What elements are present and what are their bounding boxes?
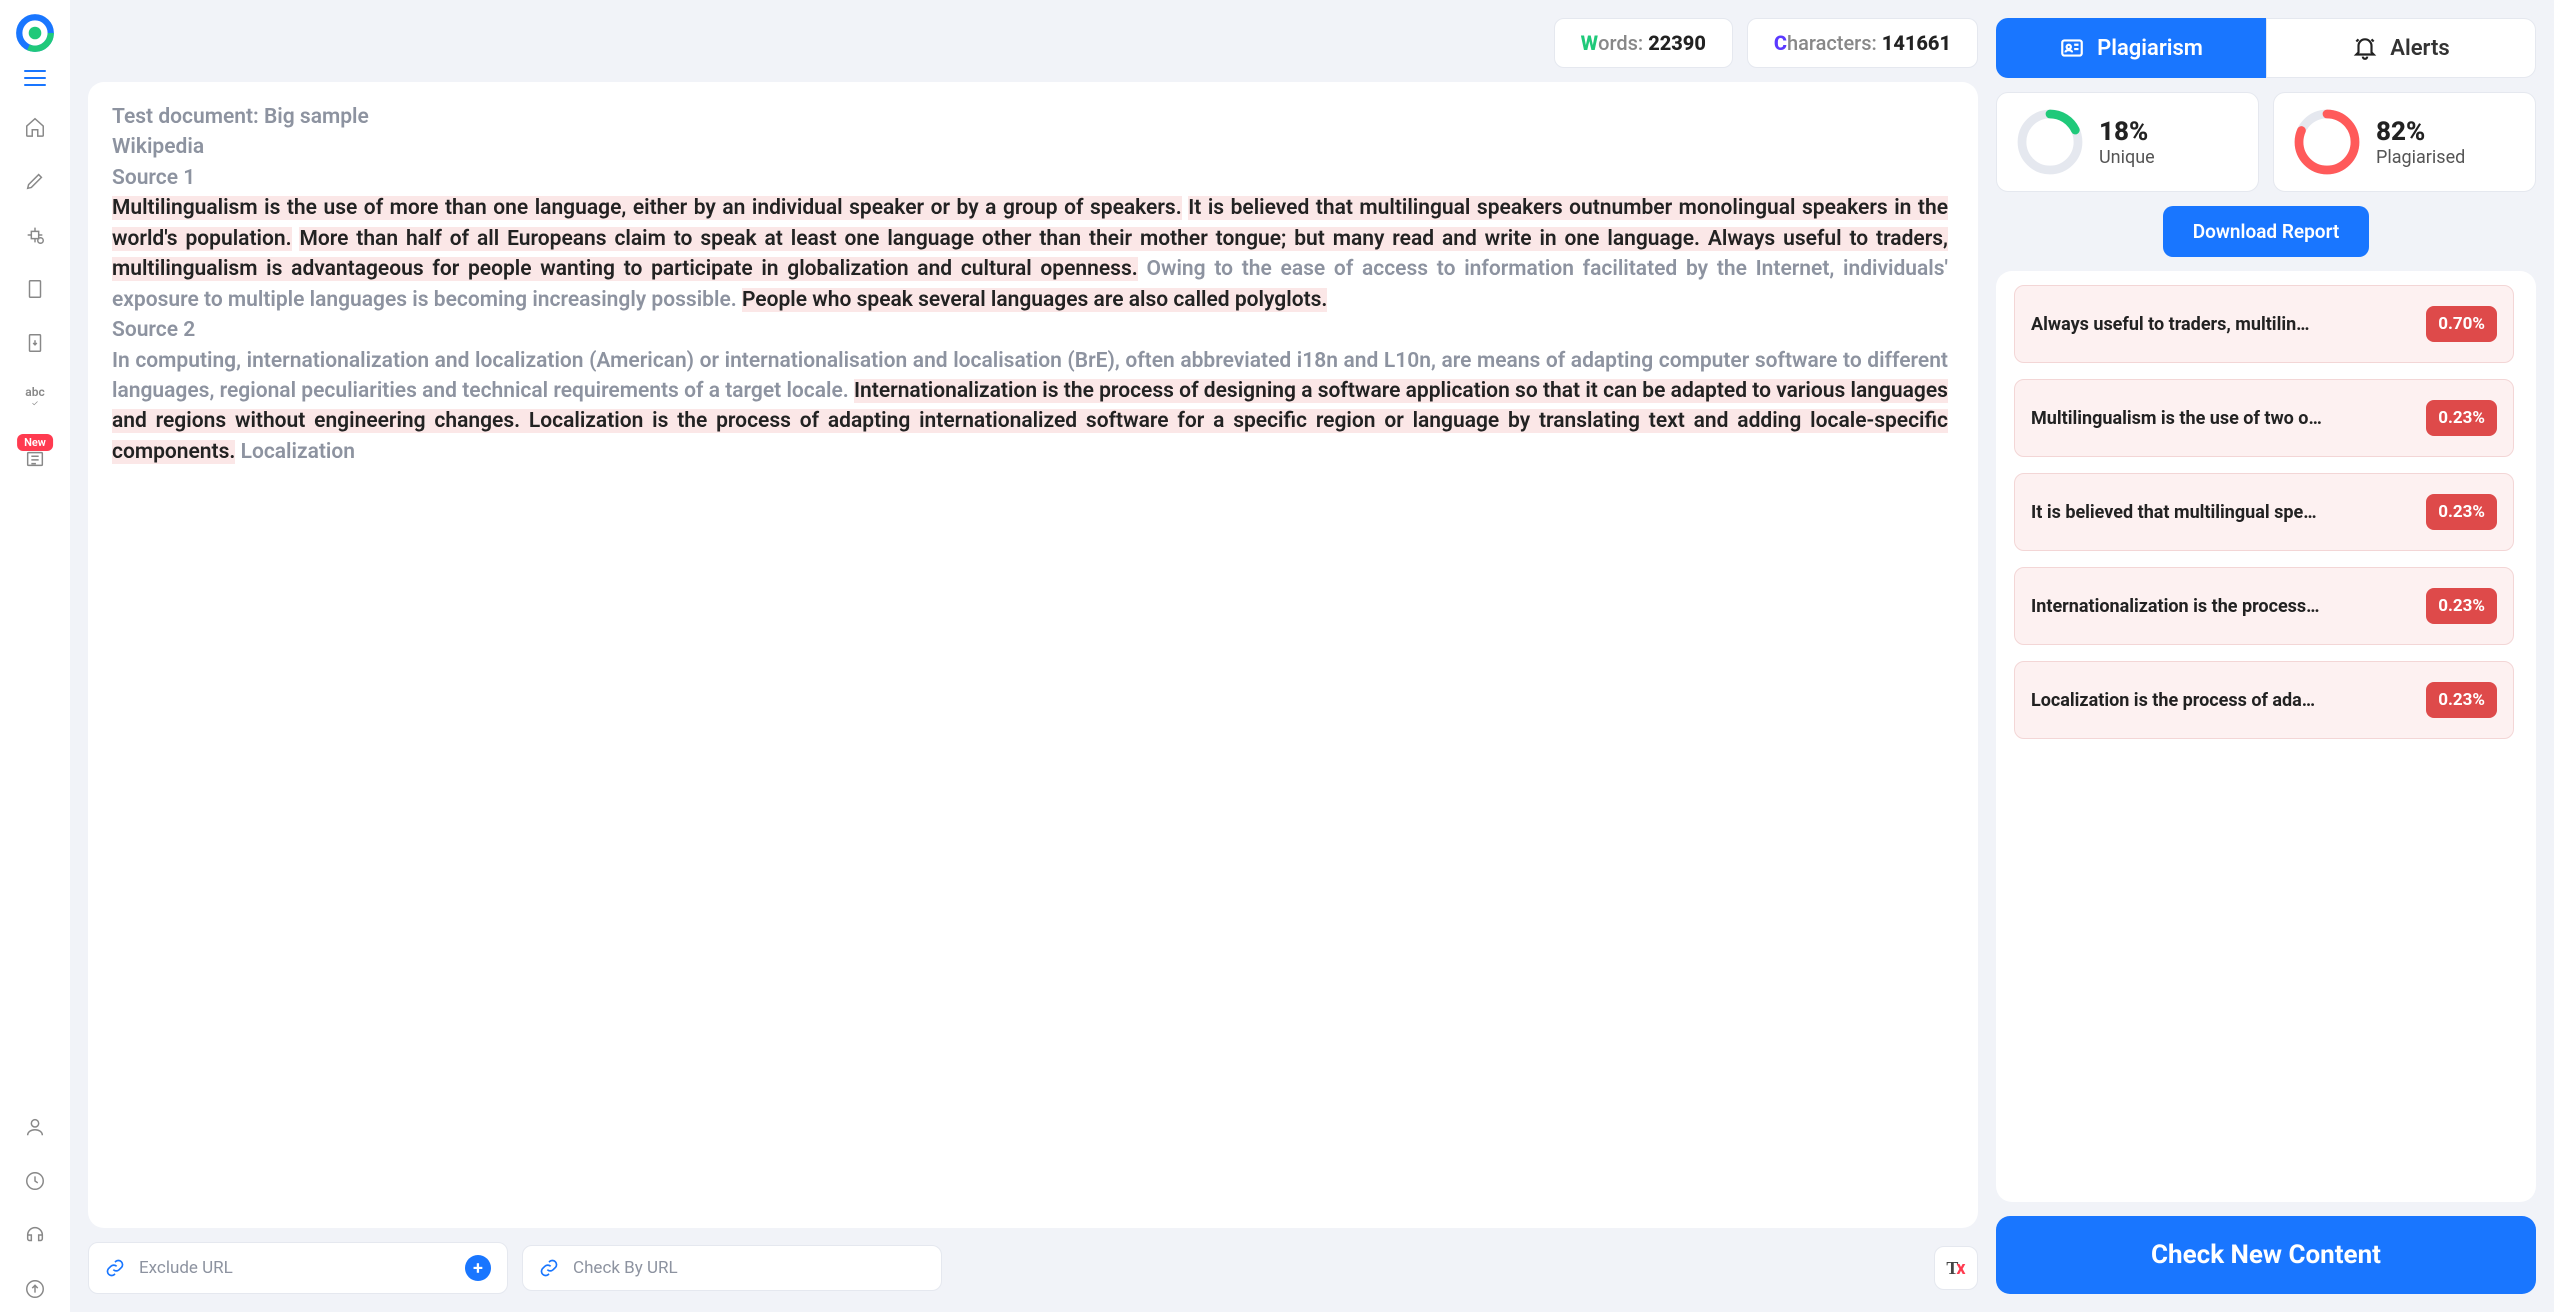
input-placeholder: Exclude URL <box>139 1258 233 1278</box>
match-pct: 0.23% <box>2426 588 2497 624</box>
match-pct: 0.70% <box>2426 306 2497 342</box>
stats-row: Words: 22390 Characters: 141661 <box>88 18 1978 68</box>
check-url-input[interactable]: Check By URL <box>522 1245 942 1291</box>
main-area: Words: 22390 Characters: 141661 Test doc… <box>70 0 2554 1312</box>
match-text: Localization is the process of ada… <box>2031 690 2414 711</box>
plag-label: Plagiarised <box>2376 147 2465 168</box>
matches-card: Always useful to traders, multilin… 0.70%… <box>1996 271 2536 1202</box>
id-card-icon <box>2059 35 2085 61</box>
plag-ring-icon <box>2292 107 2362 177</box>
tab-plagiarism[interactable]: Plagiarism <box>1996 18 2266 78</box>
link-icon <box>105 1258 125 1278</box>
home-icon[interactable] <box>12 104 58 150</box>
matches-list[interactable]: Always useful to traders, multilin… 0.70%… <box>2014 285 2528 1188</box>
bell-icon <box>2352 35 2378 61</box>
clear-formatting-button[interactable]: Tx <box>1934 1246 1978 1290</box>
input-placeholder: Check By URL <box>573 1258 678 1278</box>
support-icon[interactable] <box>12 1212 58 1258</box>
editor-card: Test document: Big sample Wikipedia Sour… <box>88 82 1978 1228</box>
spellcheck-icon[interactable]: abc <box>12 374 58 420</box>
unique-pct: 18% <box>2099 117 2155 147</box>
match-item[interactable]: Always useful to traders, multilin… 0.70% <box>2014 285 2514 363</box>
new-badge: New <box>17 434 53 451</box>
menu-toggle-icon[interactable] <box>24 70 46 86</box>
link-icon <box>539 1258 559 1278</box>
history-icon[interactable] <box>12 1158 58 1204</box>
document-icon[interactable] <box>12 266 58 312</box>
user-icon[interactable] <box>12 1104 58 1150</box>
match-pct: 0.23% <box>2426 494 2497 530</box>
match-text: Multilingualism is the use of two o… <box>2031 408 2414 429</box>
source-label: Source 1 <box>112 163 1948 193</box>
tabs: Plagiarism Alerts <box>1996 18 2536 78</box>
match-pct: 0.23% <box>2426 682 2497 718</box>
exclude-url-input[interactable]: Exclude URL + <box>88 1242 508 1294</box>
download-doc-icon[interactable] <box>12 320 58 366</box>
match-item[interactable]: Multilingualism is the use of two o… 0.23… <box>2014 379 2514 457</box>
edit-icon[interactable] <box>12 158 58 204</box>
match-text: Always useful to traders, multilin… <box>2031 314 2414 335</box>
match-item[interactable]: It is believed that multilingual spe… 0.2… <box>2014 473 2514 551</box>
left-column: Words: 22390 Characters: 141661 Test doc… <box>88 18 1978 1294</box>
logo <box>14 12 56 54</box>
source-label: Source 2 <box>112 315 1948 345</box>
char-count: Characters: 141661 <box>1747 18 1978 68</box>
right-column: Plagiarism Alerts 18%Unique <box>1996 18 2536 1294</box>
editor-content[interactable]: Test document: Big sample Wikipedia Sour… <box>112 102 1972 1208</box>
extension-icon[interactable] <box>12 212 58 258</box>
sidebar: abc New <box>0 0 70 1312</box>
match-item[interactable]: Internationalization is the process… 0.23… <box>2014 567 2514 645</box>
unique-ring-icon <box>2015 107 2085 177</box>
match-text: It is believed that multilingual spe… <box>2031 502 2414 523</box>
plagiarised-gauge: 82%Plagiarised <box>2273 92 2536 192</box>
doc-title: Test document: Big sample <box>112 102 1948 132</box>
unique-label: Unique <box>2099 147 2155 168</box>
paragraph: Multilingualism is the use of more than … <box>112 193 1948 315</box>
unique-gauge: 18%Unique <box>1996 92 2259 192</box>
word-count: Words: 22390 <box>1554 18 1733 68</box>
add-exclude-button[interactable]: + <box>465 1255 491 1281</box>
match-pct: 0.23% <box>2426 400 2497 436</box>
app-root: abc New Words: 22390 Characters: 141661 … <box>0 0 2554 1312</box>
paragraph: In computing, internationalization and l… <box>112 346 1948 468</box>
upload-icon[interactable] <box>12 1266 58 1312</box>
tab-alerts[interactable]: Alerts <box>2266 18 2536 78</box>
doc-subtitle: Wikipedia <box>112 132 1948 162</box>
match-text: Internationalization is the process… <box>2031 596 2414 617</box>
news-icon[interactable]: New <box>12 436 58 482</box>
match-item[interactable]: Localization is the process of ada… 0.23% <box>2014 661 2514 739</box>
gauges-row: 18%Unique 82%Plagiarised <box>1996 92 2536 192</box>
download-report-button[interactable]: Download Report <box>2163 206 2370 257</box>
check-new-button[interactable]: Check New Content <box>1996 1216 2536 1294</box>
plag-pct: 82% <box>2376 117 2465 147</box>
bottom-controls: Exclude URL + Check By URL Tx <box>88 1242 1978 1294</box>
